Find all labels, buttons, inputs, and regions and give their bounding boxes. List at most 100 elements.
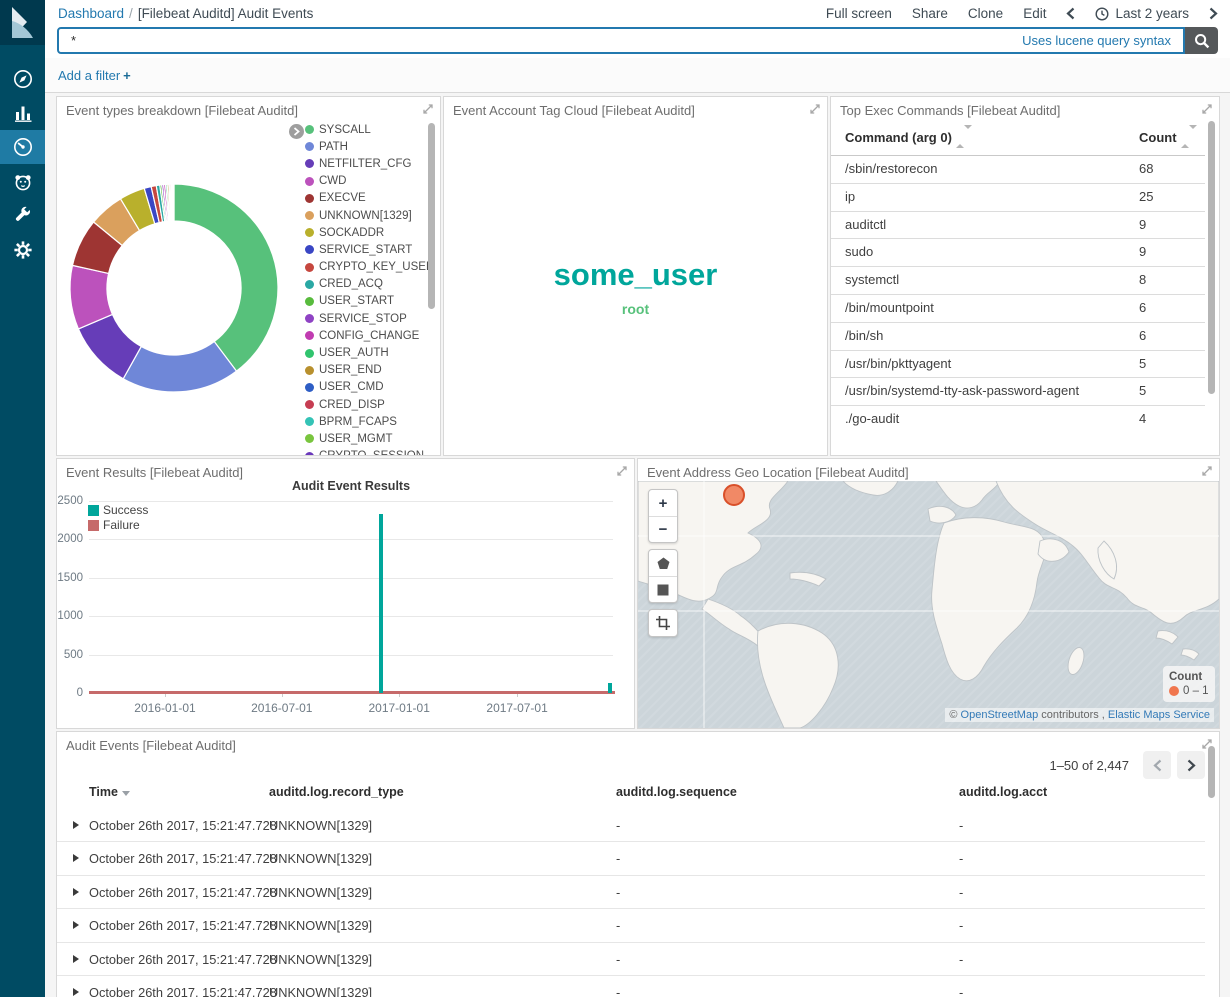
legend-item[interactable]: UNKNOWN[1329] [305, 207, 429, 224]
zoom-out-button[interactable]: − [649, 516, 677, 542]
command-cell[interactable]: /usr/bin/pkttyagent [845, 356, 951, 371]
table-row[interactable]: /usr/bin/systemd-tty-ask-password-agent5 [831, 377, 1205, 405]
zoom-in-button[interactable]: + [649, 490, 677, 516]
elastic-maps-service-link[interactable]: Elastic Maps Service [1108, 709, 1210, 721]
full-screen-button[interactable]: Full screen [826, 6, 892, 21]
expand-row-icon[interactable] [73, 854, 79, 862]
sidebar-item-dev-tools[interactable] [0, 198, 45, 232]
table-row[interactable]: October 26th 2017, 15:21:47.728UNKNOWN[1… [57, 876, 1205, 909]
legend-item[interactable]: EXECVE [305, 190, 429, 207]
expand-row-icon[interactable] [73, 955, 79, 963]
table-row[interactable]: sudo9 [831, 238, 1205, 266]
clone-button[interactable]: Clone [968, 6, 1003, 21]
table-row[interactable]: systemctl8 [831, 266, 1205, 294]
legend-item[interactable]: USER_CMD [305, 379, 429, 396]
table-scrollbar-thumb[interactable] [1208, 746, 1215, 798]
legend-item[interactable]: USER_END [305, 362, 429, 379]
draw-rectangle-button[interactable] [649, 576, 677, 602]
pie-slice-CRYPTO_SESSION[interactable] [173, 184, 174, 221]
search-button[interactable] [1185, 27, 1218, 54]
legend-item[interactable]: CRYPTO_SESSION [305, 448, 429, 455]
table-row[interactable]: /sbin/restorecon68 [831, 155, 1205, 183]
draw-polygon-button[interactable] [649, 550, 677, 576]
table-row[interactable]: /bin/sh6 [831, 322, 1205, 350]
table-row[interactable]: ip25 [831, 183, 1205, 211]
share-button[interactable]: Share [912, 6, 948, 21]
legend-item[interactable]: SOCKADDR [305, 224, 429, 241]
table-row[interactable]: October 26th 2017, 15:21:47.728UNKNOWN[1… [57, 809, 1205, 842]
tag-cloud-word[interactable]: some_user [444, 257, 827, 293]
legend-scrollbar-thumb[interactable] [428, 123, 435, 309]
legend-collapse-button[interactable] [289, 124, 304, 139]
world-map[interactable]: + − [638, 481, 1219, 728]
legend-item[interactable]: SERVICE_START [305, 241, 429, 258]
legend-item[interactable]: USER_MGMT [305, 430, 429, 447]
legend-item[interactable]: NETFILTER_CFG [305, 155, 429, 172]
legend-item[interactable]: CRED_DISP [305, 396, 429, 413]
expand-row-icon[interactable] [73, 888, 79, 896]
legend-item[interactable]: SERVICE_STOP [305, 310, 429, 327]
table-row[interactable]: October 26th 2017, 15:21:47.728UNKNOWN[1… [57, 909, 1205, 942]
pie-slice-SYSCALL[interactable] [174, 184, 278, 371]
lucene-syntax-link[interactable]: Uses lucene query syntax [1022, 33, 1171, 48]
add-filter-button[interactable]: Add a filter+ [58, 68, 131, 83]
legend-item[interactable]: PATH [305, 138, 429, 155]
table-scrollbar-thumb[interactable] [1208, 121, 1215, 394]
bar-success[interactable] [379, 514, 383, 693]
pagination-prev-button[interactable] [1143, 751, 1171, 779]
legend-item[interactable]: CWD [305, 173, 429, 190]
table-row[interactable]: /bin/mountpoint6 [831, 294, 1205, 322]
legend-item[interactable]: Success [88, 503, 148, 517]
sidebar-item-management[interactable] [0, 233, 45, 267]
openstreetmap-link[interactable]: OpenStreetMap [961, 709, 1039, 721]
bar-success[interactable] [608, 683, 612, 693]
command-cell[interactable]: systemctl [845, 272, 899, 287]
table-row[interactable]: October 26th 2017, 15:21:47.728UNKNOWN[1… [57, 943, 1205, 976]
table-row[interactable]: October 26th 2017, 15:21:47.728UNKNOWN[1… [57, 976, 1205, 997]
legend-item[interactable]: BPRM_FCAPS [305, 413, 429, 430]
edit-button[interactable]: Edit [1023, 6, 1046, 21]
expand-panel-icon[interactable] [616, 465, 628, 477]
column-header-time[interactable]: Time [89, 785, 130, 799]
legend-item[interactable]: SYSCALL [305, 121, 429, 138]
command-cell[interactable]: /bin/mountpoint [845, 300, 934, 315]
command-cell[interactable]: /sbin/restorecon [845, 161, 938, 176]
time-picker-button[interactable]: Last 2 years [1095, 6, 1189, 21]
command-cell[interactable]: /usr/bin/systemd-tty-ask-password-agent [845, 383, 1079, 398]
expand-panel-icon[interactable] [809, 103, 821, 115]
time-forward-button[interactable] [1209, 7, 1218, 20]
crop-button[interactable] [649, 610, 677, 636]
time-back-button[interactable] [1066, 7, 1075, 20]
expand-row-icon[interactable] [73, 988, 79, 996]
sidebar-item-timelion[interactable] [0, 165, 45, 199]
table-row[interactable]: October 26th 2017, 15:21:47.728UNKNOWN[1… [57, 842, 1205, 875]
legend-item[interactable]: CRED_ACQ [305, 276, 429, 293]
column-header-command[interactable]: Command (arg 0) [845, 129, 972, 145]
column-header-count[interactable]: Count [1139, 129, 1197, 145]
legend-item[interactable]: CRYPTO_KEY_USER [305, 259, 429, 276]
legend-item[interactable]: CONFIG_CHANGE [305, 327, 429, 344]
table-row[interactable]: auditctl9 [831, 211, 1205, 239]
expand-row-icon[interactable] [73, 821, 79, 829]
expand-panel-icon[interactable] [422, 103, 434, 115]
breadcrumb-dashboard-link[interactable]: Dashboard [58, 6, 124, 21]
geo-point-marker[interactable] [721, 482, 747, 508]
command-cell[interactable]: /bin/sh [845, 328, 883, 343]
command-cell[interactable]: auditctl [845, 217, 886, 232]
legend-item[interactable]: USER_START [305, 293, 429, 310]
sidebar-item-dashboard[interactable] [0, 130, 45, 164]
legend-item[interactable]: USER_AUTH [305, 344, 429, 361]
donut-chart[interactable] [65, 179, 283, 397]
failure-baseline-series[interactable] [89, 691, 615, 694]
tag-cloud-word[interactable]: root [444, 301, 827, 317]
kibana-logo[interactable] [0, 0, 45, 45]
pagination-next-button[interactable] [1177, 751, 1205, 779]
table-row[interactable]: /usr/bin/pkttyagent5 [831, 350, 1205, 378]
expand-panel-icon[interactable] [1201, 103, 1213, 115]
legend-item[interactable]: Failure [88, 518, 148, 532]
sidebar-item-discover[interactable] [0, 62, 45, 96]
table-row[interactable]: ./go-audit4 [831, 405, 1205, 433]
expand-row-icon[interactable] [73, 921, 79, 929]
command-cell[interactable]: sudo [845, 244, 873, 259]
query-input[interactable]: * Uses lucene query syntax [57, 27, 1185, 54]
